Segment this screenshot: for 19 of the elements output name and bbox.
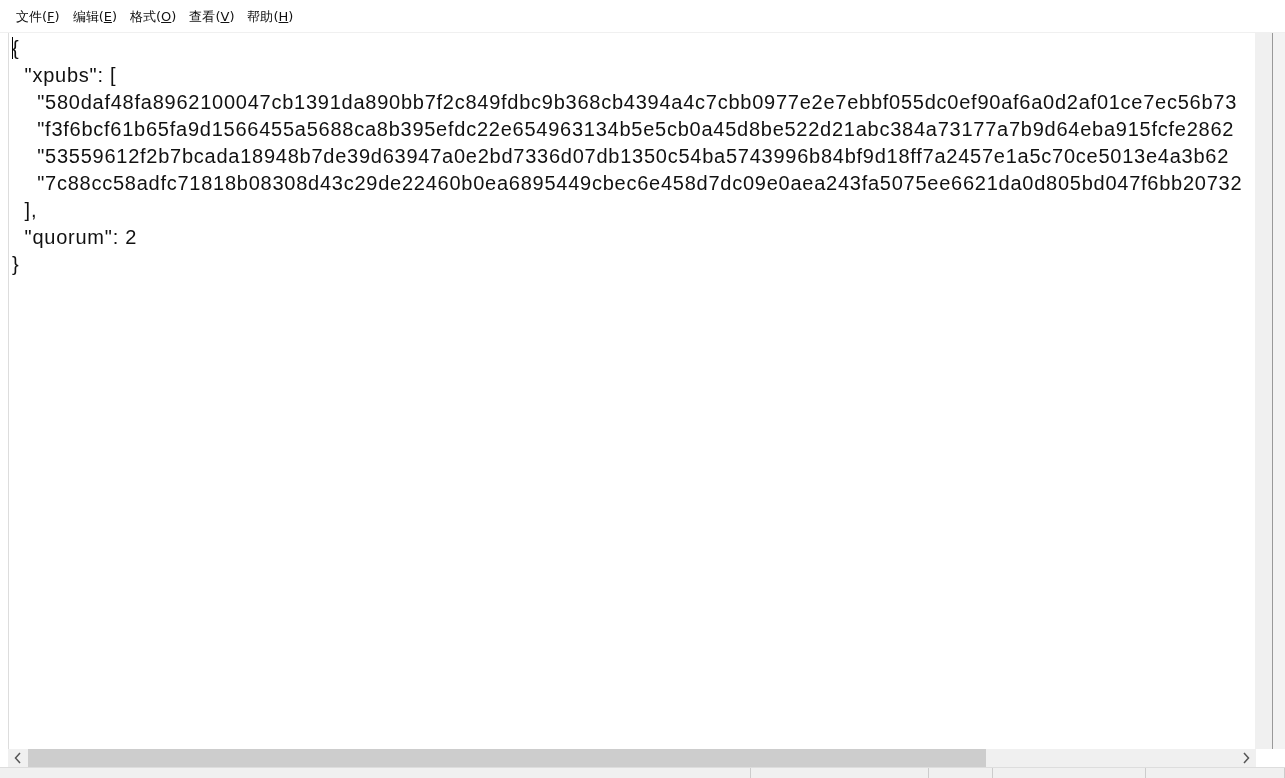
menu-item[interactable]: 格式(O) — [124, 4, 183, 28]
text-line: "53559612f2b7bcada18948b7de39d63947a0e2bd7336d07db1350c54ba5743996b84bf9d18ff7a2457e1a5c70ce5013e4a3b62 — [36, 144, 1229, 169]
text-line: ], — [23, 198, 38, 223]
text-line: } — [12, 252, 20, 277]
text-line: "f3f6bcf61b65fa9d1566455a5688ca8b395efdc22e654963134b5e5cb0a45d8be522d21abc384a73177a7b9d64eba915fcfe2862 — [36, 117, 1235, 142]
text-line: "7c88cc58adfc71818b08308d43c29de22460b0ea6895449cbec6e458d7dc09e0aea243fa5075ee6621da0d805bd047f6bb20732 — [36, 171, 1243, 196]
text-line: "xpubs": [ — [23, 63, 117, 88]
scroll-left-icon[interactable] — [14, 752, 22, 764]
text-line: "580daf48fa8962100047cb1391da890bb7f2c849fdbc9b368cb4394a4c7cbb0977e2e7ebbf055dc0ef90af6a0d2af01ce7ec56b73 — [36, 90, 1238, 115]
menu-item[interactable]: 编辑(E) — [66, 4, 123, 28]
text-line: "quorum": 2 — [23, 225, 138, 250]
text-line: { — [12, 36, 20, 61]
horizontal-scrollbar[interactable] — [8, 749, 1256, 767]
scrollbar-thumb[interactable] — [28, 749, 986, 767]
menu-item[interactable]: 文件(F) — [10, 4, 66, 28]
menu-item[interactable]: 查看(V) — [183, 4, 241, 28]
scroll-right-icon[interactable] — [1242, 752, 1250, 764]
menu-item[interactable]: 帮助(H) — [241, 4, 300, 28]
vertical-scrollbar[interactable] — [1255, 33, 1272, 749]
